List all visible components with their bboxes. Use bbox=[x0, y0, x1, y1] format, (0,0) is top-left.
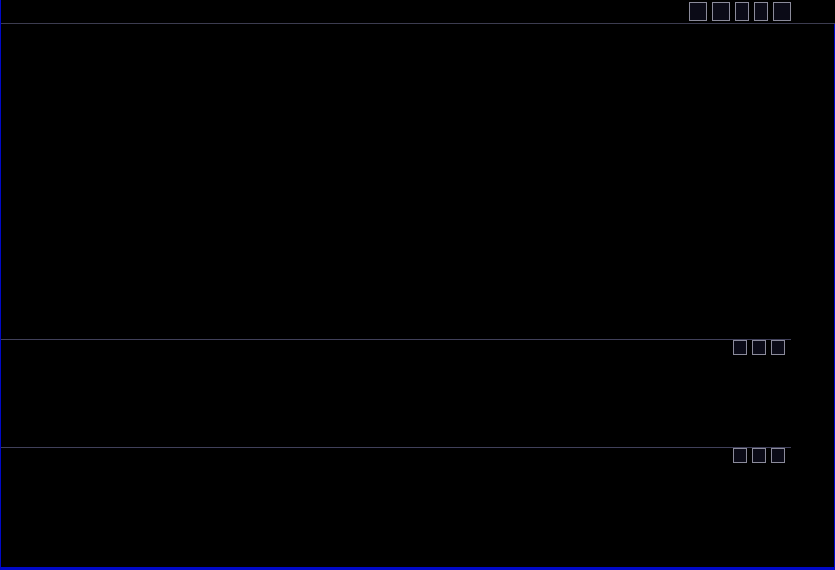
volume-indicator-readout bbox=[5, 341, 29, 355]
kdj-chart-plot[interactable] bbox=[1, 463, 791, 547]
volume-chart-plot[interactable] bbox=[1, 358, 791, 442]
kdj-change-params-button[interactable] bbox=[733, 448, 747, 463]
hide-main-indicator-button[interactable] bbox=[712, 2, 730, 21]
volume-close-button[interactable] bbox=[771, 340, 785, 355]
help-button[interactable] bbox=[773, 2, 791, 21]
kdj-close-button[interactable] bbox=[771, 448, 785, 463]
volume-panel-buttons bbox=[733, 340, 785, 355]
volume-panel-header bbox=[1, 339, 791, 357]
kdj-panel-header bbox=[1, 447, 791, 465]
arrow-left-icon[interactable] bbox=[735, 2, 749, 21]
kdj-indicator-readout bbox=[5, 449, 23, 463]
trading-app-window bbox=[0, 0, 835, 570]
time-axis-area bbox=[1, 549, 791, 568]
chart-canvas bbox=[1, 0, 835, 570]
volume-help-button[interactable] bbox=[752, 340, 766, 355]
top-bar bbox=[1, 0, 835, 24]
price-scrollbar[interactable] bbox=[791, 339, 799, 548]
volume-change-params-button[interactable] bbox=[733, 340, 747, 355]
main-chart-plot[interactable] bbox=[1, 25, 791, 338]
kdj-help-button[interactable] bbox=[752, 448, 766, 463]
kdj-panel-buttons bbox=[733, 448, 785, 463]
arrow-right-icon[interactable] bbox=[754, 2, 768, 21]
change-params-button[interactable] bbox=[689, 2, 707, 21]
top-toolbar bbox=[689, 2, 791, 21]
